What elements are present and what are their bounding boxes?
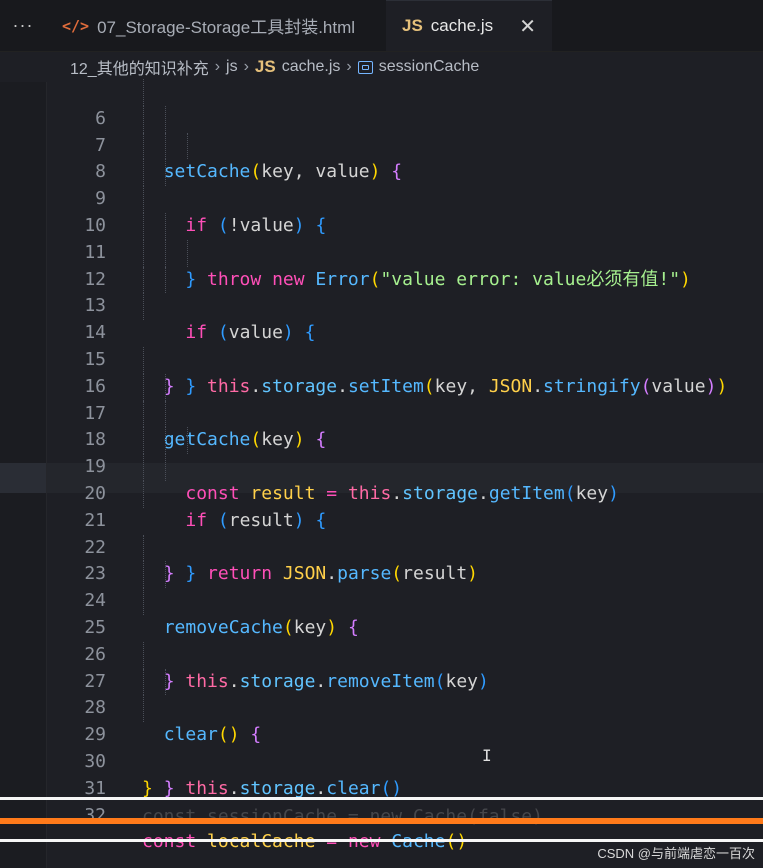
indent-guide <box>143 266 144 294</box>
indent-guide <box>165 427 166 455</box>
indent-guide <box>143 373 144 401</box>
editor-window: ··· </> 07_Storage-Storage工具封装.html JS c… <box>0 0 763 868</box>
chevron-right-icon: › <box>214 58 221 75</box>
overlay-bar-accent <box>0 818 763 824</box>
code-line[interactable]: 28 this.storage.clear() <box>0 668 763 799</box>
indent-guide <box>143 427 144 455</box>
indent-guide <box>187 132 188 160</box>
indent-guide <box>165 132 166 160</box>
indent-guide <box>165 266 166 294</box>
more-tabs-button[interactable]: ··· <box>0 0 46 51</box>
chevron-right-icon: › <box>346 58 352 75</box>
tab-label: cache.js <box>430 16 494 35</box>
code-line[interactable]: 8 throw new Error("value error: value必须有… <box>0 132 763 290</box>
tab-bar: ··· </> 07_Storage-Storage工具封装.html JS c… <box>0 0 763 52</box>
html-icon: </> <box>62 16 90 35</box>
indent-guide <box>143 588 144 615</box>
indent-guide <box>187 427 188 455</box>
code-line[interactable]: 16 getCache(key) { <box>0 346 763 450</box>
code-line[interactable]: 14 } <box>0 293 763 397</box>
indent-guide <box>165 212 166 240</box>
indent-guide <box>143 480 144 508</box>
code-line[interactable]: 6 setCache(key, value) { <box>0 79 763 182</box>
code-line[interactable]: 24 this.storage.removeItem(key) <box>0 561 763 692</box>
code-line[interactable]: 25 } <box>0 588 763 692</box>
indent-guide <box>143 159 144 187</box>
code-line[interactable]: 30 } <box>0 722 763 799</box>
breadcrumb-folder[interactable]: 12_其他的知识补充 <box>70 55 209 79</box>
code-line[interactable]: 21 } <box>0 480 763 584</box>
variable-icon <box>357 60 373 74</box>
indent-guide <box>143 561 144 589</box>
indent-guide <box>143 454 144 481</box>
code-line[interactable]: 17 const result = this.storage.getItem(k… <box>0 373 763 504</box>
breadcrumb-file[interactable]: cache.js <box>282 58 341 76</box>
indent-guide <box>143 132 144 160</box>
chevron-right-icon: › <box>243 58 249 75</box>
code-line[interactable]: 29 } <box>0 695 763 799</box>
indent-guide <box>143 105 144 133</box>
indent-guide <box>165 561 166 589</box>
tab-cache-js[interactable]: JS cache.js ✕ <box>386 0 552 51</box>
indent-guide <box>143 212 144 240</box>
indent-guide <box>165 668 166 696</box>
indent-guide <box>143 346 144 374</box>
code-line[interactable]: 9 } <box>0 159 763 290</box>
indent-guide <box>165 400 166 428</box>
indent-guide <box>143 186 144 213</box>
tab-label: 07_Storage-Storage工具封装.html <box>97 18 356 37</box>
close-icon[interactable]: ✕ <box>519 14 536 39</box>
overlay-bar-bottom <box>0 839 763 842</box>
code-line[interactable]: 12 this.storage.setItem(key, JSON.string… <box>0 239 763 397</box>
code-line[interactable]: 20 } <box>0 454 763 584</box>
indent-guide <box>143 293 144 321</box>
indent-guide <box>165 373 166 401</box>
code-line[interactable]: 27 clear() { <box>0 641 763 745</box>
code-line[interactable]: 23 removeCache(key) { <box>0 534 763 638</box>
indent-guide <box>143 668 144 696</box>
code-editor[interactable]: 6 setCache(key, value) { 7 if (!value) {… <box>0 79 763 852</box>
breadcrumb: 12_其他的知识补充 › js › JS cache.js › sessionC… <box>0 52 763 82</box>
code-line[interactable]: 26 <box>0 615 763 665</box>
indent-guide <box>165 105 166 133</box>
indent-guide <box>165 159 166 187</box>
code-line[interactable]: 22 <box>0 508 763 558</box>
code-line[interactable]: 15 <box>0 320 763 370</box>
code-line[interactable]: 10 <box>0 186 763 236</box>
text-cursor-icon: I <box>482 746 492 765</box>
js-icon: JS <box>254 57 276 76</box>
indent-guide <box>165 239 166 267</box>
code-line[interactable]: 19 return JSON.parse(result) <box>0 427 763 584</box>
breadcrumb-subfolder[interactable]: js <box>226 58 238 76</box>
code-line[interactable]: 11 if (value) { <box>0 212 763 343</box>
indent-guide <box>143 641 144 669</box>
code-line[interactable]: 7 if (!value) { <box>0 105 763 236</box>
indent-guide <box>187 239 188 267</box>
code-line[interactable]: 31 <box>0 749 763 799</box>
indent-guide <box>165 454 166 481</box>
indent-guide <box>143 79 144 106</box>
indent-guide <box>143 239 144 267</box>
indent-guide <box>143 400 144 428</box>
code-line[interactable]: 13 } <box>0 266 763 397</box>
overlay-bar-top <box>0 797 763 800</box>
indent-guide <box>143 695 144 723</box>
js-icon: JS <box>402 16 423 35</box>
breadcrumb-symbol[interactable]: sessionCache <box>379 58 480 76</box>
indent-guide <box>143 534 144 562</box>
tab-html-file[interactable]: </> 07_Storage-Storage工具封装.html <box>46 0 386 51</box>
watermark: CSDN @与前端虐恋一百次 <box>597 846 755 861</box>
code-line[interactable]: 18 if (result) { <box>0 400 763 531</box>
